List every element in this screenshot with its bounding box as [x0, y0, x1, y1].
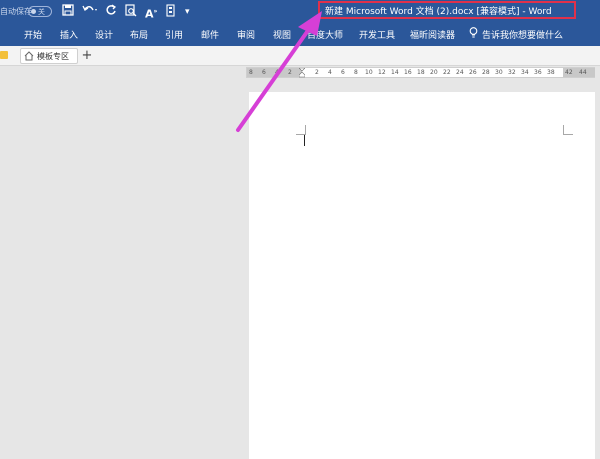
ruler-tick: 44 — [579, 69, 587, 76]
customize-icon[interactable]: ▾ — [185, 4, 190, 20]
ruler-tick: 30 — [495, 69, 503, 76]
ruler-tick: 18 — [417, 69, 425, 76]
margin-corner-top-right — [563, 125, 573, 135]
tab-baidu[interactable]: 百度大师 — [307, 28, 343, 41]
document-page[interactable] — [249, 92, 595, 459]
ruler-tick: 26 — [469, 69, 477, 76]
ruler-tick: 6 — [262, 69, 266, 76]
ruler-tick: 32 — [508, 69, 516, 76]
tab-layout[interactable]: 布局 — [130, 28, 148, 41]
window-title: 新建 Microsoft Word 文档 (2).docx [兼容模式] - W… — [325, 7, 552, 17]
ruler-tick: 24 — [456, 69, 464, 76]
ruler-tick: 8 — [354, 69, 358, 76]
ruler-tick: 12 — [378, 69, 386, 76]
autosave-state: 关 — [38, 8, 45, 16]
right-edge-area — [595, 78, 600, 459]
tab-view[interactable]: 视图 — [273, 28, 291, 41]
redo-icon[interactable] — [105, 4, 117, 20]
ruler-tick: 38 — [547, 69, 555, 76]
horizontal-ruler[interactable]: 8 6 4 2 2 4 6 8 10 12 14 16 18 20 22 24 … — [246, 67, 595, 78]
ribbon-tabs: 开始 插入 设计 布局 引用 邮件 审阅 视图 百度大师 开发工具 福昕阅读器 … — [0, 24, 600, 46]
ruler-tick: 20 — [430, 69, 438, 76]
text-cursor — [304, 135, 305, 146]
ruler-tick: 10 — [365, 69, 373, 76]
home-icon — [24, 51, 34, 61]
add-tab-button[interactable]: + — [80, 48, 94, 64]
lightbulb-icon — [469, 27, 478, 38]
document-tab-strip: 模板专区 + — [0, 46, 600, 66]
ruler-tick: 2 — [315, 69, 319, 76]
margin-corner-top-left — [296, 125, 306, 135]
save-icon[interactable] — [62, 4, 74, 20]
tab-references[interactable]: 引用 — [165, 28, 183, 41]
ruler-tick: 42 — [565, 69, 573, 76]
ruler-tick: 36 — [534, 69, 542, 76]
tab-design[interactable]: 设计 — [95, 28, 113, 41]
tab-insert[interactable]: 插入 — [60, 28, 78, 41]
touch-mode-icon[interactable] — [166, 4, 176, 21]
tab-foxit[interactable]: 福昕阅读器 — [410, 28, 455, 41]
ruler-tick: 2 — [288, 69, 292, 76]
ruler-tick: 34 — [521, 69, 529, 76]
template-zone-label: 模板专区 — [37, 52, 69, 61]
ruler-tick: 16 — [404, 69, 412, 76]
tab-developer[interactable]: 开发工具 — [359, 28, 395, 41]
tab-mailings[interactable]: 邮件 — [201, 28, 219, 41]
tell-me-input[interactable]: 告诉我你想要做什么 — [482, 28, 563, 41]
template-zone-tab[interactable]: 模板专区 — [20, 48, 78, 64]
tab-home[interactable]: 开始 — [24, 28, 42, 41]
folder-icon[interactable] — [0, 51, 8, 59]
ruler-tick: 6 — [341, 69, 345, 76]
undo-icon[interactable] — [82, 4, 98, 20]
ruler-tick: 22 — [443, 69, 451, 76]
font-size-icon[interactable]: A» — [145, 4, 157, 23]
ruler-tick: 4 — [275, 69, 279, 76]
ruler-tick: 8 — [249, 69, 253, 76]
ruler-tick: 14 — [391, 69, 399, 76]
print-preview-icon[interactable] — [125, 4, 137, 21]
ruler-tick: 28 — [482, 69, 490, 76]
autosave-toggle[interactable]: 关 — [28, 6, 52, 17]
ruler-tick: 4 — [328, 69, 332, 76]
tab-review[interactable]: 审阅 — [237, 28, 255, 41]
toggle-knob — [31, 9, 36, 14]
title-bar: 自动保存 关 A» ▾ 新建 Microsoft Word 文档 (2).doc… — [0, 0, 600, 24]
indent-marker-icon[interactable] — [299, 68, 305, 78]
